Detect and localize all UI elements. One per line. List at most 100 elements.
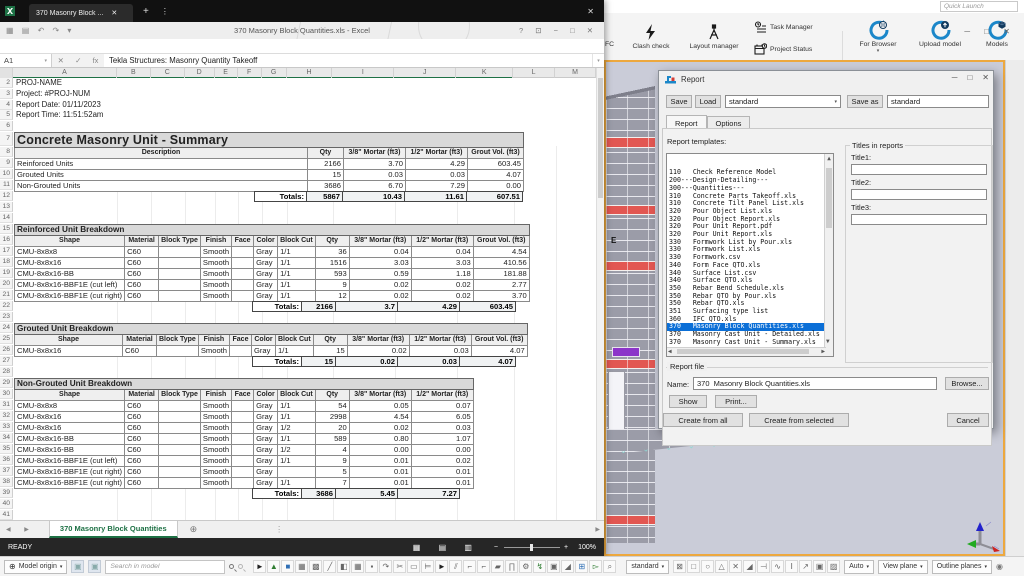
close-icon[interactable]: ✕ xyxy=(111,9,117,17)
excel-window-controls[interactable]: ? ⊡ − □ ✕ xyxy=(519,26,598,35)
selection-mode-icon[interactable]: ► xyxy=(253,560,266,573)
selection-filter-dropdown[interactable]: standard ▾ xyxy=(626,560,669,574)
sheet-nav-arrows[interactable]: ◀ ▶ xyxy=(6,526,35,533)
row-header-14[interactable]: 14 xyxy=(0,213,13,223)
column-header-A[interactable]: A xyxy=(13,68,117,78)
row-header-35[interactable]: 35 xyxy=(0,444,13,454)
row-header-6[interactable]: 6 xyxy=(0,121,13,131)
row-header-11[interactable]: 11 xyxy=(0,180,13,190)
selection-mode-icon[interactable]: ► xyxy=(435,560,448,573)
zoom-level[interactable]: 100% xyxy=(578,544,596,551)
spreadsheet-grid[interactable]: 2345678910111213141516171819202122232425… xyxy=(0,68,596,520)
origin-toggle-icon[interactable]: ▣ xyxy=(71,560,84,573)
row-header-38[interactable]: 38 xyxy=(0,477,13,487)
name-box[interactable]: A1 ▾ xyxy=(0,54,52,67)
row-header-25[interactable]: 25 xyxy=(0,334,13,344)
snap-mode-icon[interactable]: ↗ xyxy=(799,560,812,573)
browse-button[interactable]: Browse... xyxy=(945,377,989,390)
list-vscrollbar[interactable]: ▲▼ xyxy=(824,154,833,356)
print-button[interactable]: Print... xyxy=(715,395,757,408)
column-header-M[interactable]: M xyxy=(555,68,596,78)
eye-icon[interactable]: ◉ xyxy=(996,562,1003,571)
column-header-K[interactable]: K xyxy=(456,68,513,78)
formula-input[interactable]: Tekla Structures: Masonry Quantity Takeo… xyxy=(104,54,592,67)
selection-mode-icon[interactable]: ▻ xyxy=(589,560,602,573)
document-tab[interactable]: 370 Masonry Block ... ✕ xyxy=(29,4,133,22)
search-settings-icon[interactable] xyxy=(238,564,243,569)
dialog-control[interactable]: ✕ xyxy=(982,73,989,82)
row-header-17[interactable]: 17 xyxy=(0,246,13,256)
selection-mode-icon[interactable]: ◢ xyxy=(561,560,574,573)
save-button[interactable]: Save xyxy=(666,95,692,108)
row-header-18[interactable]: 18 xyxy=(0,257,13,267)
row-header-8[interactable]: 8 xyxy=(0,147,13,157)
view-shortcut-icons[interactable]: ▦ ▤ ▥ xyxy=(413,543,480,552)
formula-btn[interactable]: fx xyxy=(93,56,99,65)
row-header-32[interactable]: 32 xyxy=(0,411,13,421)
selection-mode-icon[interactable]: ⌐ xyxy=(463,560,476,573)
selection-mode-icon[interactable]: ⌐ xyxy=(477,560,490,573)
dialog-title-bar[interactable]: Report ─□✕ xyxy=(659,71,993,88)
row-header-31[interactable]: 31 xyxy=(0,400,13,410)
for-browser-button[interactable]: For Browser ▾ xyxy=(852,19,904,54)
snap-auto-dropdown[interactable]: Auto ▾ xyxy=(844,560,874,574)
selection-mode-icon[interactable]: ▰ xyxy=(491,560,504,573)
row-header-40[interactable]: 40 xyxy=(0,499,13,509)
snap-mode-icon[interactable]: ○ xyxy=(701,560,714,573)
column-header-G[interactable]: G xyxy=(262,68,287,78)
selection-mode-icon[interactable]: ▦ xyxy=(351,560,364,573)
column-header-E[interactable]: E xyxy=(215,68,238,78)
row-header-15[interactable]: 15 xyxy=(0,224,13,234)
load-button[interactable]: Load xyxy=(695,95,721,108)
row-header-36[interactable]: 36 xyxy=(0,455,13,465)
list-hscrollbar[interactable]: ◀▶ xyxy=(667,347,826,356)
snap-mode-icon[interactable]: ✕ xyxy=(729,560,742,573)
splitter-icon[interactable]: ⋮ xyxy=(275,525,283,534)
sheet-tab[interactable]: 370 Masonry Block Quantities xyxy=(49,521,178,538)
row-header-33[interactable]: 33 xyxy=(0,422,13,432)
row-header-39[interactable]: 39 xyxy=(0,488,13,498)
column-header-J[interactable]: J xyxy=(394,68,456,78)
add-sheet-button[interactable]: ⊕ xyxy=(190,524,198,535)
row-header-4[interactable]: 4 xyxy=(0,100,13,110)
model-search-input[interactable]: Search in model xyxy=(105,560,225,574)
tekla-window-controls[interactable]: ─ □ ✕ xyxy=(964,27,1016,36)
snap-mode-icon[interactable]: ∿ xyxy=(771,560,784,573)
selection-mode-icon[interactable]: ⊨ xyxy=(421,560,434,573)
row-header-41[interactable]: 41 xyxy=(0,510,13,520)
row-header-21[interactable]: 21 xyxy=(0,290,13,300)
column-header-H[interactable]: H xyxy=(287,68,333,78)
row-header-3[interactable]: 3 xyxy=(0,89,13,99)
scroll-right-icon[interactable]: ▶ xyxy=(595,526,600,533)
snap-mode-icon[interactable]: ▣ xyxy=(813,560,826,573)
zoom-out-button[interactable]: − xyxy=(494,544,498,551)
formula-btn[interactable]: ✓ xyxy=(75,56,81,65)
row-header-24[interactable]: 24 xyxy=(0,323,13,333)
selection-mode-icon[interactable]: ▩ xyxy=(309,560,322,573)
row-header-34[interactable]: 34 xyxy=(0,433,13,443)
row-header-30[interactable]: 30 xyxy=(0,389,13,399)
dialog-control[interactable]: □ xyxy=(967,73,972,82)
quick-launch-input[interactable]: Quick Launch xyxy=(940,1,1018,12)
snap-mode-icon[interactable]: △ xyxy=(715,560,728,573)
selection-mode-icon[interactable]: ⌕ xyxy=(603,560,616,573)
report-file-name-input[interactable]: 370 Masonry Block Quantities.xls xyxy=(693,377,937,390)
create-from-selected-button[interactable]: Create from selected xyxy=(749,413,849,427)
selection-mode-icon[interactable]: ▲ xyxy=(267,560,280,573)
row-header-12[interactable]: 12 xyxy=(0,191,13,201)
preset-combobox[interactable]: standard ▾ xyxy=(725,95,841,108)
selection-mode-icon[interactable]: ╱ xyxy=(323,560,336,573)
row-header-29[interactable]: 29 xyxy=(0,378,13,388)
row-header-22[interactable]: 22 xyxy=(0,301,13,311)
selection-mode-icon[interactable]: ↯ xyxy=(533,560,546,573)
selection-mode-icon[interactable]: ⊞ xyxy=(575,560,588,573)
show-button[interactable]: Show xyxy=(669,395,707,408)
selection-mode-icon[interactable]: ▦ xyxy=(295,560,308,573)
row-header-16[interactable]: 16 xyxy=(0,235,13,245)
selection-mode-icon[interactable]: ◧ xyxy=(337,560,350,573)
column-header-D[interactable]: D xyxy=(185,68,215,78)
dialog-control[interactable]: ─ xyxy=(952,73,958,82)
row-header-23[interactable]: 23 xyxy=(0,312,13,322)
row-header-7[interactable]: 7 xyxy=(0,132,13,146)
row-header-26[interactable]: 26 xyxy=(0,345,13,355)
